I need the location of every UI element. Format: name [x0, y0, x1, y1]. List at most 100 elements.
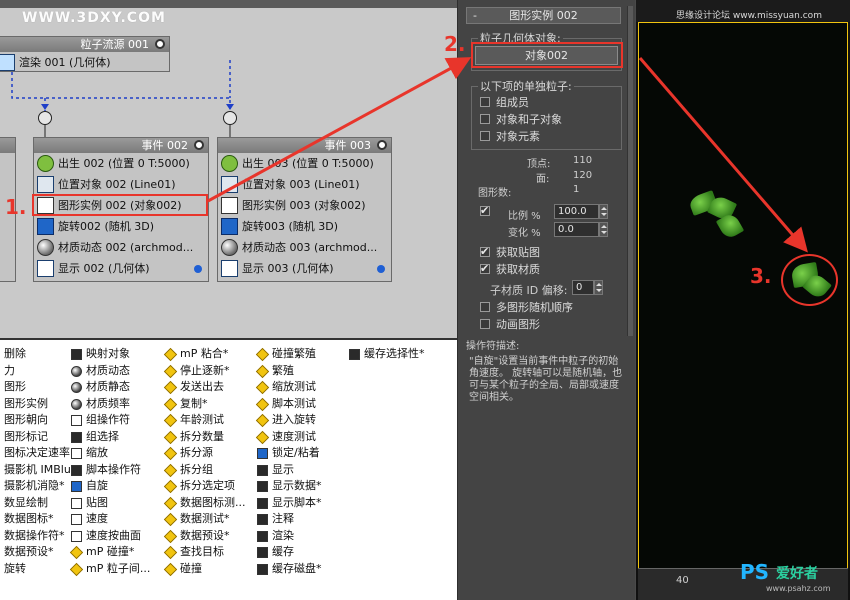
operator-icon — [69, 562, 84, 576]
depot-item[interactable]: 图形标记 — [0, 429, 68, 446]
depot-item[interactable]: 速度 — [70, 511, 165, 528]
depot-item[interactable]: 摄影机 IMBlur* — [0, 462, 81, 479]
object-elements-checkbox[interactable]: 对象元素 — [480, 129, 540, 145]
multi-shape-random-order-checkbox[interactable]: 多图形随机顺序 — [480, 300, 573, 316]
depot-item[interactable]: 发送出去 — [163, 379, 259, 396]
scale-percent-input[interactable]: 100.0 — [554, 204, 599, 219]
depot-item-label: 渲染 — [272, 528, 294, 542]
checkbox-icon[interactable] — [480, 244, 490, 260]
depot-item[interactable]: 材质频率 — [70, 396, 165, 413]
depot-item[interactable]: 显示数据* — [256, 478, 351, 495]
depot-item[interactable]: 碰撞繁殖 — [255, 346, 351, 363]
depot-item[interactable]: 数据预设* — [163, 528, 259, 545]
checkbox-icon[interactable] — [480, 319, 490, 329]
operator-icon — [71, 415, 82, 426]
depot-item[interactable]: 注释 — [256, 511, 351, 528]
depot-item[interactable]: 碰撞 — [163, 561, 259, 578]
depot-item[interactable]: 渲染 — [256, 528, 351, 545]
depot-item[interactable]: 缓存选择性* — [348, 346, 456, 363]
depot-item[interactable]: 拆分选定项 — [163, 478, 259, 495]
depot-item[interactable]: 缓存磁盘* — [256, 561, 351, 578]
depot-item[interactable]: 摄影机消隐* — [0, 478, 68, 495]
checkbox-label: 对象元素 — [496, 130, 540, 143]
depot-item[interactable]: 拆分组 — [163, 462, 259, 479]
depot-item[interactable]: 旋转 — [0, 561, 68, 578]
depot-item[interactable]: 脚本测试 — [255, 396, 351, 413]
depot-item[interactable]: mP 粒子间... — [69, 561, 165, 578]
shape-instance-rollout[interactable]: - 图形实例 002 粒子几何体对象: 对象002 以下项的单独粒子: 组成员 … — [457, 0, 635, 600]
particle-view-graph[interactable]: WWW.3DXY.COM 粒子流源 001 渲染 001 (几何体) 事件 00… — [0, 0, 457, 338]
test-icon — [163, 430, 178, 444]
depot-item-label: 拆分组 — [180, 462, 213, 476]
rollout-scrollbar[interactable] — [627, 6, 633, 336]
depot-item[interactable]: 自旋 — [70, 478, 165, 495]
depot-item[interactable]: 速度测试 — [255, 429, 351, 446]
acquire-mapping-checkbox[interactable]: 获取贴图 — [480, 244, 540, 261]
depot-item[interactable]: mP 碰撞* — [69, 544, 165, 561]
acquire-material-checkbox[interactable]: 获取材质 — [480, 261, 540, 278]
depot-item[interactable]: 图形 — [0, 379, 68, 396]
depot-item[interactable]: 繁殖 — [255, 363, 351, 380]
submaterial-spinner-arrows-icon[interactable] — [594, 280, 603, 295]
depot-item[interactable]: 缩放 — [70, 445, 165, 462]
checkbox-icon[interactable] — [480, 97, 490, 107]
animated-shape-checkbox[interactable]: 动画图形 — [480, 317, 540, 333]
depot-item[interactable]: 材质动态 — [70, 363, 165, 380]
operator-icon — [257, 530, 268, 542]
depot-item[interactable]: 脚本操作符 — [70, 462, 165, 479]
submaterial-offset-input[interactable]: 0 — [572, 280, 594, 295]
checkbox-icon[interactable] — [480, 131, 490, 141]
test-icon — [163, 446, 178, 461]
depot-item-label: 脚本操作符 — [86, 462, 141, 476]
rollout-header[interactable]: - 图形实例 002 — [466, 7, 621, 24]
depot-item[interactable]: 映射对象 — [70, 346, 165, 363]
depot-item[interactable]: 力 — [0, 363, 68, 380]
depot-item[interactable]: 显示 — [256, 462, 351, 479]
viewport-canvas[interactable] — [638, 22, 848, 600]
variation-percent-input[interactable]: 0.0 — [554, 222, 599, 237]
test-icon — [163, 380, 178, 395]
depot-item[interactable]: 显示脚本* — [256, 495, 351, 512]
operator-depot[interactable]: 删除 力 图形 图形实例 图形朝向 图形标记 图标决定速率 摄影机 IMBlur… — [0, 338, 457, 600]
depot-item[interactable]: 图形实例 — [0, 396, 68, 413]
depot-item[interactable]: 数据图标* — [0, 511, 68, 528]
depot-item[interactable]: mP 粘合* — [163, 346, 259, 363]
checkbox-icon[interactable] — [480, 302, 490, 312]
depot-item[interactable]: 速度按曲面 — [70, 528, 165, 545]
depot-item[interactable]: 进入旋转 — [255, 412, 351, 429]
depot-item[interactable]: 删除 — [0, 346, 68, 363]
scale-spinner-arrows-icon[interactable] — [599, 204, 608, 219]
depot-item[interactable]: 数据预设* — [0, 544, 68, 561]
depot-item[interactable]: 组操作符 — [70, 412, 165, 429]
depot-item[interactable]: 图形朝向 — [0, 412, 68, 429]
depot-item[interactable]: 数据测试* — [163, 511, 259, 528]
depot-item[interactable]: 停止逐新* — [163, 363, 259, 380]
group-members-checkbox[interactable]: 组成员 — [480, 95, 529, 111]
scale-checkbox[interactable] — [480, 203, 496, 220]
depot-item[interactable]: 贴图 — [70, 495, 165, 512]
depot-item[interactable]: 复制* — [163, 396, 259, 413]
depot-item-label: 锁定/粘着 — [272, 446, 320, 459]
depot-item[interactable]: 数据操作符* — [0, 528, 68, 545]
collapse-minus-icon[interactable]: - — [473, 8, 477, 23]
checkbox-icon[interactable] — [480, 203, 490, 219]
depot-item[interactable]: 查找目标 — [163, 544, 259, 561]
depot-item[interactable]: 组选择 — [70, 429, 165, 446]
depot-item[interactable]: 材质静态 — [70, 379, 165, 396]
ps-logo: PS — [740, 560, 770, 584]
depot-item[interactable]: 数据图标测... — [163, 495, 259, 512]
checkbox-icon[interactable] — [480, 261, 490, 277]
depot-item[interactable]: 拆分数量 — [163, 429, 259, 446]
checkbox-icon[interactable] — [480, 114, 490, 124]
object-and-children-checkbox[interactable]: 对象和子对象 — [480, 112, 562, 128]
depot-item[interactable]: 锁定/粘着 — [256, 445, 351, 462]
depot-item[interactable]: 缓存 — [256, 544, 351, 561]
depot-item[interactable]: 缩放测试 — [255, 379, 351, 396]
depot-item[interactable]: 数显绘制 — [0, 495, 68, 512]
depot-item[interactable]: 拆分源 — [163, 445, 259, 462]
shapes-count-label: 图形数: — [478, 188, 512, 199]
depot-item-label: 年龄测试 — [180, 413, 224, 426]
depot-item[interactable]: 年龄测试 — [163, 412, 259, 429]
depot-item[interactable]: 图标决定速率 — [0, 445, 70, 462]
variation-spinner-arrows-icon[interactable] — [599, 222, 608, 237]
